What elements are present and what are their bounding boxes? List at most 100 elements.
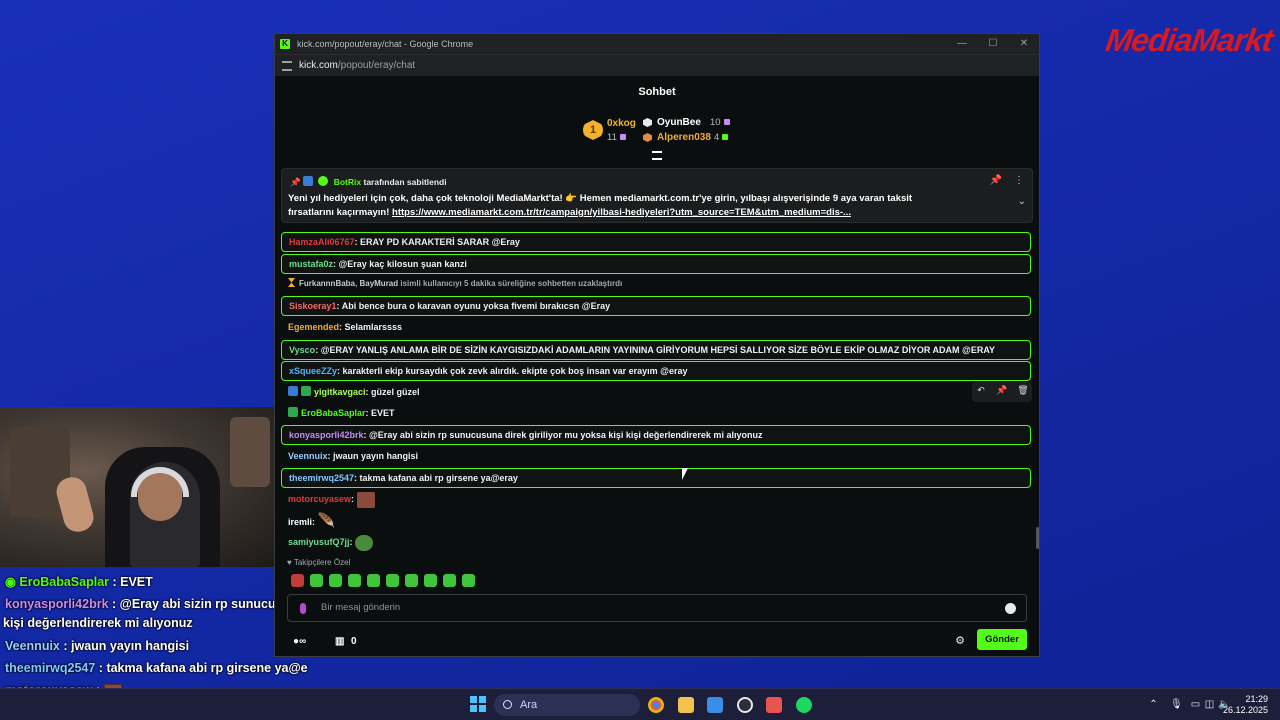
more-options-icon[interactable]: ⋮ [1014,175,1024,186]
followers-label-text: Takipçilere Özel [293,558,351,567]
emote-icon[interactable] [462,574,475,587]
obs-icon[interactable] [737,697,753,713]
rank-one-icon: 1 [583,120,603,140]
address-host: kick.com [299,60,338,71]
chat-title: Sohbet [638,86,676,98]
display-icon[interactable]: ▭ [1190,699,1201,710]
delete-icon[interactable]: 🗑 [1016,385,1030,396]
chat-message[interactable]: Vysco: @ERAY YANLIŞ ANLAMA BİR DE SİZİN … [281,340,1031,360]
chat-message[interactable]: HamzaAli06767: ERAY PD KARAKTERİ SARAR @… [281,232,1031,252]
message-username[interactable]: xSqueeZZy [289,366,337,376]
heart-icon: ♥ [287,558,294,567]
collapse-leaderboard-icon[interactable] [652,151,662,160]
chat-message[interactable]: yigitkavgaci: güzel güzel [281,383,1031,403]
store-icon[interactable]: ▥ [335,636,344,647]
message-username[interactable]: iremli [288,517,312,527]
search-icon [503,700,512,709]
file-explorer-icon[interactable] [678,697,694,713]
chat-message[interactable]: motorcuyasew: [281,490,1031,512]
emote-icon [356,491,375,508]
overlay-line: Veennuix : jwaun yayın hangisi [5,639,190,653]
pinned-link[interactable]: https://www.mediamarkt.com.tr/tr/campaig… [392,207,851,218]
message-username[interactable]: theemirwq2547 [289,473,354,483]
reply-icon[interactable]: ↶ [974,385,988,396]
chat-message[interactable]: Veennuix: jwaun yayın hangisi [281,447,1031,467]
bot-badge-icon [288,386,298,396]
leader-first-count: 11 [607,132,626,143]
chat-message[interactable]: Siskoeray1: Abi bence bura o karavan oyu… [281,296,1031,316]
verified-badge-icon [318,176,329,186]
emote-icon[interactable] [424,574,437,587]
address-bar[interactable]: kick.com/popout/eray/chat [275,54,1039,76]
chevron-up-icon[interactable]: ⌃ [1148,699,1159,710]
microphone-tray-icon[interactable]: 🎙 [1170,699,1183,710]
system-clock[interactable]: 21:29 26.12.2025 [1223,694,1268,716]
start-menu-icon[interactable] [470,696,486,712]
system-message: FurkannnBaba, BayMurad isimli kullanıcıy… [281,275,1031,295]
chat-message[interactable]: Egemended: Selamlarssss [281,318,1031,338]
chat-message[interactable]: konyasporli42brk: @Eray abi sizin rp sun… [281,425,1031,445]
message-username[interactable]: samiyusufQ7jj [288,537,350,547]
message-username[interactable]: HamzaAli06767 [289,237,355,247]
message-username[interactable]: EroBabaSaplar [301,408,366,418]
kick-favicon-icon: K [280,39,290,49]
leader-second-name[interactable]: OyunBee [657,117,701,128]
message-actions: ↶ 📌 🗑 [972,382,1032,402]
unpin-icon[interactable]: 📌 [990,175,1002,186]
emote-icon[interactable] [443,574,456,587]
chat-message[interactable]: xSqueeZZy: karakterli ekip kursaydık çok… [281,361,1031,381]
minimize-icon[interactable]: — [947,34,977,54]
message-username[interactable]: mustafa0z [289,259,333,269]
scrollbar-thumb[interactable] [1036,527,1039,549]
emote-icon[interactable] [348,574,361,587]
emoji-picker-icon[interactable] [1005,603,1016,614]
feather-emote-icon: 🪶 [317,512,335,528]
site-settings-icon[interactable] [282,61,292,71]
chat-input[interactable]: Bir mesaj gönderin [287,594,1027,622]
leader-third-name[interactable]: Alperen038 [657,132,711,143]
message-username[interactable]: Veennuix [288,451,328,461]
clock-date: 26.12.2025 [1222,705,1268,715]
emote-icon[interactable] [329,574,342,587]
message-username[interactable]: yigitkavgaci [314,387,366,397]
chat-message[interactable]: iremli: 🪶 [281,511,1031,533]
microphone-icon[interactable] [300,603,306,614]
message-username[interactable]: Vysco [289,345,315,355]
chat-input-placeholder: Bir mesaj gönderin [321,602,401,613]
message-username[interactable]: Egemended [288,322,339,332]
store-count: 0 [351,636,357,647]
photos-icon[interactable] [707,697,723,713]
message-username[interactable]: motorcuyasew [288,494,351,504]
expand-chevron-icon[interactable]: ⌄ [1018,196,1026,207]
message-text: @Eray kaç kilosun şuan kanzi [338,259,467,269]
pin-message-icon[interactable]: 📌 [995,385,1009,396]
chat-message[interactable]: mustafa0z: @Eray kaç kilosun şuan kanzi [281,254,1031,274]
emote-icon[interactable] [386,574,399,587]
send-button[interactable]: Gönder [977,629,1027,650]
pinned-message: 📌 BotRix tarafından sabitlendi Yeni yıl … [281,168,1033,223]
emote-icon[interactable] [291,574,304,587]
pinned-meta: 📌 BotRix tarafından sabitlendi [290,176,447,188]
emote-icon[interactable] [405,574,418,587]
window-titlebar[interactable]: K kick.com/popout/eray/chat - Google Chr… [275,34,1039,54]
close-icon[interactable]: ✕ [1009,34,1039,54]
chat-message-list[interactable]: HamzaAli06767: ERAY PD KARAKTERİ SARAR @… [281,224,1033,564]
chat-message[interactable]: EroBabaSaplar: EVET [281,404,1031,424]
emote-icon[interactable] [367,574,380,587]
maximize-icon[interactable]: ☐ [978,34,1008,54]
emote-icon[interactable] [310,574,323,587]
leader-first-name[interactable]: 0xkog [607,118,636,129]
gear-icon[interactable]: ⚙ [955,634,965,647]
message-username[interactable]: Siskoeray1 [289,301,337,311]
spotify-icon[interactable] [796,697,812,713]
taskbar-search[interactable]: Ara [494,694,640,716]
message-username[interactable]: konyasporli42brk [289,430,364,440]
chat-message[interactable]: theemirwq2547: takma kafana abi rp girse… [281,468,1031,488]
network-icon[interactable]: ◫ [1204,699,1215,710]
chat-message[interactable]: samiyusufQ7jj: [281,533,1031,555]
game-app-icon[interactable] [766,697,782,713]
channel-points-icon[interactable]: ●∞ [293,636,306,647]
message-text: karakterli ekip kursaydık çok zevk alırd… [342,366,688,376]
chrome-icon[interactable] [648,697,664,713]
timeout-hourglass-icon [288,278,295,287]
